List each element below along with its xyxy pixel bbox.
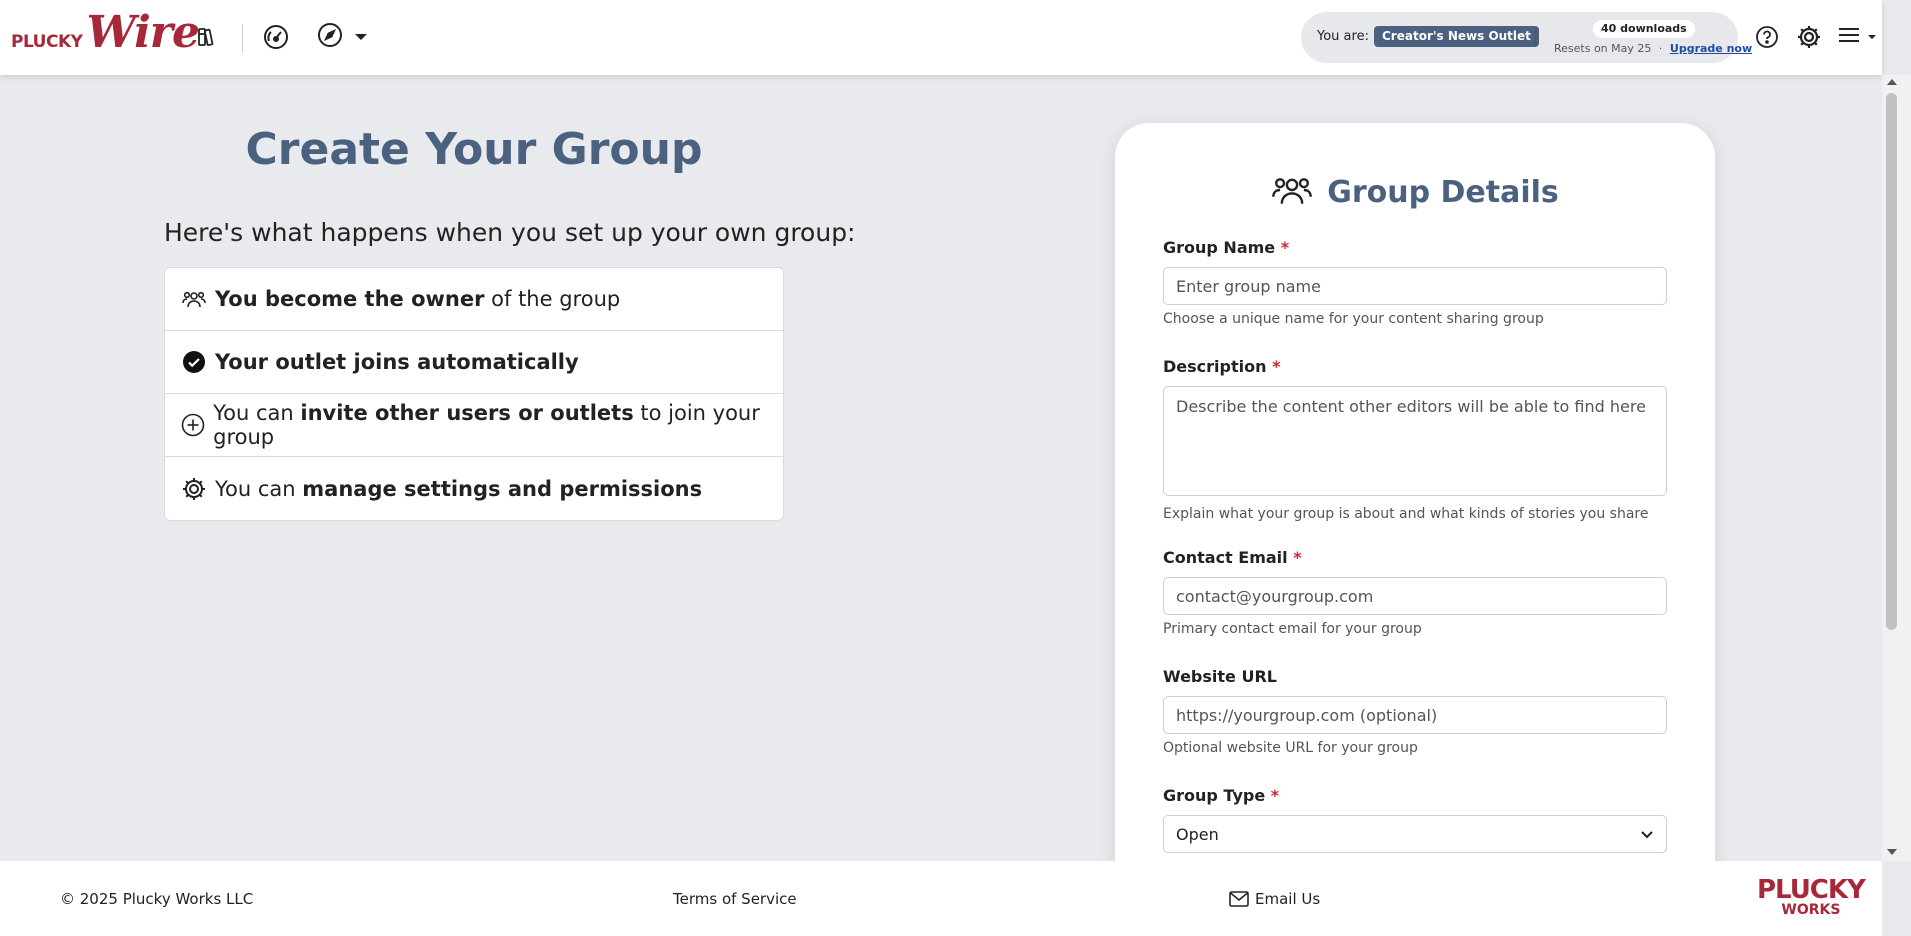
chevron-down-icon: [1868, 35, 1876, 39]
you-are-label: You are:: [1317, 29, 1369, 44]
description-textarea[interactable]: [1163, 386, 1667, 496]
chevron-down-icon: [355, 34, 367, 40]
people-icon: [181, 286, 207, 312]
plus-circle-icon: [181, 412, 205, 438]
page-title: Create Your Group: [245, 124, 703, 175]
description-field: Description * Explain what your group is…: [1163, 357, 1667, 522]
card-title: Group Details: [1327, 174, 1559, 210]
group-name-field: Group Name * Choose a unique name for yo…: [1163, 238, 1667, 327]
feature-invite-prefix: You can: [213, 401, 301, 425]
group-details-card: Group Details Group Name * Choose a uniq…: [1115, 123, 1715, 913]
card-header: Group Details: [1115, 173, 1715, 211]
scroll-down-arrow[interactable]: [1887, 849, 1897, 855]
top-navbar: PLUCKY Wire You are: Creator's News Outl…: [0, 0, 1882, 75]
terms-of-service-link[interactable]: Terms of Service: [673, 890, 797, 908]
feature-outlet-bold: Your outlet joins automatically: [215, 350, 579, 374]
main-menu-button[interactable]: [1838, 22, 1876, 52]
scroll-up-arrow[interactable]: [1887, 79, 1897, 85]
menu-icon: [1838, 26, 1860, 48]
footer: © 2025 Plucky Works LLC Terms of Service…: [0, 861, 1882, 936]
resets-dot: ·: [1658, 42, 1663, 55]
feature-invite: You can invite other users or outlets to…: [165, 394, 783, 457]
description-help: Explain what your group is about and wha…: [1163, 506, 1649, 522]
pill-separator: |: [1533, 27, 1539, 46]
contact-email-field: Contact Email * Primary contact email fo…: [1163, 548, 1667, 637]
resets-text: Resets on May 25: [1554, 42, 1652, 55]
contact-email-help: Primary contact email for your group: [1163, 621, 1422, 637]
group-type-field: Group Type * Open: [1163, 786, 1667, 853]
gear-icon[interactable]: [1794, 22, 1824, 52]
group-name-help: Choose a unique name for your content sh…: [1163, 311, 1544, 327]
feature-list: You become the owner of the group Your o…: [164, 267, 784, 521]
compass-menu-button[interactable]: [317, 22, 367, 52]
plucky-wire-logo[interactable]: PLUCKY Wire: [11, 7, 200, 58]
envelope-icon: [1229, 891, 1249, 907]
gear-icon: [181, 476, 207, 502]
intro-text: Here's what happens when you set up your…: [164, 218, 856, 247]
group-type-value: Open: [1176, 824, 1219, 844]
group-type-select[interactable]: Open: [1163, 815, 1667, 853]
description-label: Description *: [1163, 357, 1281, 376]
plucky-works-logo: PLUCKY WORKS: [1757, 875, 1866, 918]
upgrade-now-link[interactable]: Upgrade now: [1670, 42, 1752, 55]
feature-manage-prefix: You can: [215, 476, 303, 501]
group-type-label: Group Type *: [1163, 786, 1280, 805]
feature-outlet-joins: Your outlet joins automatically: [165, 331, 783, 394]
books-icon[interactable]: [192, 22, 222, 52]
scrollbar-thumb[interactable]: [1886, 93, 1897, 630]
website-url-input[interactable]: [1163, 696, 1667, 734]
help-icon[interactable]: [1752, 22, 1782, 52]
outlet-badge[interactable]: Creator's News Outlet: [1374, 26, 1539, 47]
downloads-badge: 40 downloads: [1593, 20, 1695, 38]
feature-owner: You become the owner of the group: [165, 268, 783, 331]
contact-email-input[interactable]: [1163, 577, 1667, 615]
check-circle-icon: [181, 349, 207, 375]
feature-manage: You can manage settings and permissions: [165, 457, 783, 520]
email-us-link[interactable]: Email Us: [1229, 890, 1320, 908]
nav-divider: [242, 24, 243, 52]
copyright-text: © 2025 Plucky Works LLC: [60, 890, 254, 908]
logo-plucky-text: PLUCKY: [11, 32, 83, 52]
resets-info: Resets on May 25 · Upgrade now: [1554, 42, 1752, 55]
compass-icon: [317, 22, 343, 52]
website-url-help: Optional website URL for your group: [1163, 740, 1418, 756]
website-url-field: Website URL Optional website URL for you…: [1163, 667, 1667, 756]
feature-manage-bold: manage settings and permissions: [302, 476, 703, 501]
feature-owner-bold: You become the owner: [215, 287, 485, 311]
feature-owner-rest: of the group: [484, 287, 621, 311]
dashboard-gauge-icon[interactable]: [261, 22, 291, 52]
website-url-label: Website URL: [1163, 667, 1277, 686]
contact-email-label: Contact Email *: [1163, 548, 1302, 567]
group-name-input[interactable]: [1163, 267, 1667, 305]
email-us-label: Email Us: [1255, 890, 1321, 908]
user-status-pill: You are: Creator's News Outlet | 40 down…: [1301, 12, 1752, 63]
logo-wire-text: Wire: [86, 7, 200, 58]
people-icon: [1271, 173, 1313, 211]
chevron-down-icon: [1640, 825, 1654, 844]
feature-invite-bold: invite other users or outlets: [300, 401, 634, 425]
group-name-label: Group Name *: [1163, 238, 1290, 257]
